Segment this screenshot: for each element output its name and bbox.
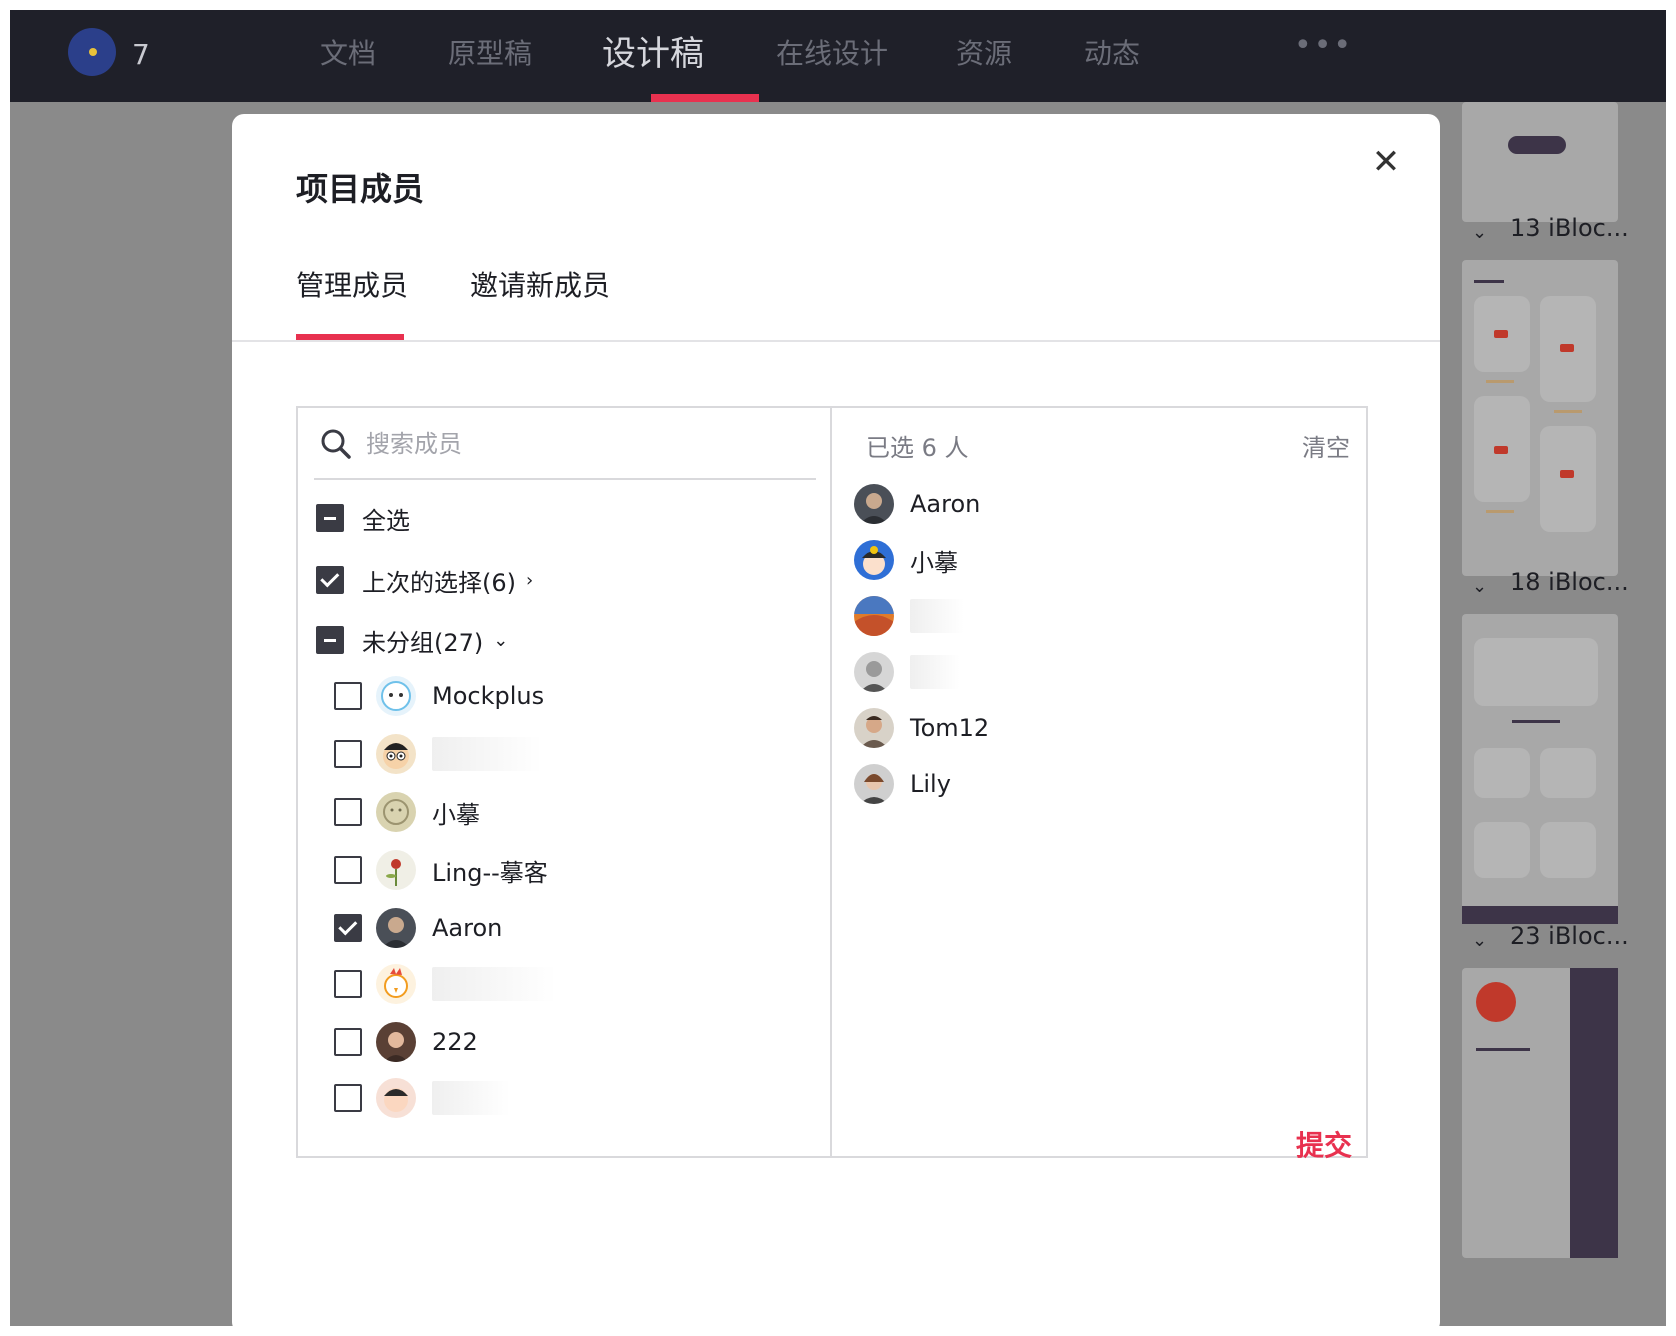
artboard-label: 18 iBloc... bbox=[1510, 568, 1629, 596]
cartoon-girl-avatar bbox=[376, 1078, 416, 1118]
selected-member-name: Tom12 bbox=[910, 714, 990, 742]
clear-button[interactable]: 清空 bbox=[1302, 428, 1350, 463]
search-icon bbox=[321, 429, 351, 459]
member-checkbox[interactable] bbox=[334, 740, 362, 768]
selected-member[interactable]: Aaron bbox=[854, 484, 980, 524]
flower-avatar bbox=[376, 850, 416, 890]
nav-active-indicator bbox=[651, 94, 759, 102]
search-underline bbox=[314, 478, 816, 480]
member-row[interactable] bbox=[334, 1078, 510, 1118]
artboard-thumbnail[interactable] bbox=[1462, 102, 1618, 222]
member-checkbox[interactable] bbox=[334, 1028, 362, 1056]
artboard-thumbnail[interactable] bbox=[1462, 260, 1618, 576]
nav-resources[interactable]: 资源 bbox=[956, 32, 1012, 72]
project-badge-count: 7 bbox=[132, 38, 150, 71]
selected-member[interactable]: 小摹 bbox=[854, 540, 958, 580]
last-selection-checkbox[interactable] bbox=[316, 566, 344, 594]
submit-button[interactable]: 提交 bbox=[1296, 1124, 1352, 1164]
member-row[interactable]: Aaron bbox=[334, 908, 502, 948]
member-name: Ling--摹客 bbox=[432, 858, 548, 887]
selected-member-name-redacted bbox=[910, 599, 964, 633]
member-name-redacted bbox=[432, 967, 556, 1001]
selected-members-pane: 已选 6 人 清空 Aaron 小摹 Tom12 Lily bbox=[832, 408, 1366, 1156]
tab-manage-members[interactable]: 管理成员 bbox=[296, 264, 408, 304]
nav-docs[interactable]: 文档 bbox=[320, 32, 376, 72]
selected-member[interactable] bbox=[854, 652, 960, 692]
nav-activity[interactable]: 动态 bbox=[1084, 32, 1140, 72]
member-row[interactable]: 222 bbox=[334, 1022, 478, 1062]
photo-avatar bbox=[854, 652, 894, 692]
selected-member-name: 小摹 bbox=[910, 548, 958, 577]
ungrouped-checkbox[interactable] bbox=[316, 626, 344, 654]
selected-member[interactable] bbox=[854, 596, 964, 636]
cartoon-avatar bbox=[854, 540, 894, 580]
rooster-avatar bbox=[376, 964, 416, 1004]
member-name: 222 bbox=[432, 1028, 478, 1056]
project-logo-icon[interactable] bbox=[68, 28, 116, 76]
chevron-right-icon[interactable]: › bbox=[526, 570, 533, 591]
selected-member[interactable]: Lily bbox=[854, 764, 951, 804]
last-selection-row[interactable]: 上次的选择(6) › bbox=[316, 560, 533, 600]
selected-member-name-redacted bbox=[910, 655, 960, 689]
app-window: 7 文档 原型稿 设计稿 在线设计 资源 动态 ••• ⌄ 13 iBloc..… bbox=[10, 10, 1666, 1326]
artboard-label: 13 iBloc... bbox=[1510, 214, 1629, 242]
artboard-thumbnail[interactable] bbox=[1462, 614, 1618, 924]
member-checkbox[interactable] bbox=[334, 914, 362, 942]
chevron-down-icon[interactable]: ⌄ bbox=[1472, 930, 1487, 951]
artboard-thumbnail[interactable] bbox=[1462, 968, 1618, 1258]
photo-avatar bbox=[376, 1022, 416, 1062]
member-name-redacted bbox=[432, 737, 542, 771]
chevron-down-icon[interactable]: ⌄ bbox=[493, 630, 508, 651]
member-name-redacted bbox=[432, 1081, 510, 1115]
member-checkbox[interactable] bbox=[334, 798, 362, 826]
member-name: 小摹 bbox=[432, 800, 480, 829]
last-selection-label: 上次的选择(6) bbox=[362, 568, 516, 597]
member-row[interactable] bbox=[334, 734, 542, 774]
member-row[interactable] bbox=[334, 964, 556, 1004]
sheep-avatar bbox=[376, 676, 416, 716]
selected-member-name: Lily bbox=[910, 770, 951, 798]
search-members-input[interactable] bbox=[366, 426, 786, 462]
ungrouped-label: 未分组(27) bbox=[362, 628, 484, 657]
select-all-row[interactable]: 全选 bbox=[316, 498, 410, 538]
nav-design[interactable]: 设计稿 bbox=[602, 26, 704, 75]
tab-divider bbox=[232, 340, 1440, 342]
artboard-label: 23 iBloc... bbox=[1510, 922, 1629, 950]
photo-avatar bbox=[854, 764, 894, 804]
nav-online-design[interactable]: 在线设计 bbox=[776, 32, 888, 72]
top-navigation: 7 文档 原型稿 设计稿 在线设计 资源 动态 ••• bbox=[10, 10, 1666, 102]
member-picker: 全选 上次的选择(6) › 未分组(27) ⌄ bbox=[296, 406, 1368, 1158]
member-name: Mockplus bbox=[432, 682, 545, 710]
selected-member[interactable]: Tom12 bbox=[854, 708, 989, 748]
member-checkbox[interactable] bbox=[334, 856, 362, 884]
photo-avatar bbox=[854, 484, 894, 524]
chevron-down-icon[interactable]: ⌄ bbox=[1472, 222, 1487, 243]
member-row[interactable]: Ling--摹客 bbox=[334, 850, 548, 890]
select-all-checkbox[interactable] bbox=[316, 504, 344, 532]
member-list-pane: 全选 上次的选择(6) › 未分组(27) ⌄ bbox=[298, 408, 832, 1156]
chevron-down-icon[interactable]: ⌄ bbox=[1472, 576, 1487, 597]
selected-member-name: Aaron bbox=[910, 490, 981, 518]
landscape-avatar bbox=[854, 596, 894, 636]
ungrouped-row[interactable]: 未分组(27) ⌄ bbox=[316, 620, 508, 660]
close-icon[interactable]: ✕ bbox=[1368, 142, 1404, 182]
member-row[interactable]: 小摹 bbox=[334, 792, 480, 832]
tab-invite-members[interactable]: 邀请新成员 bbox=[470, 264, 610, 304]
photo-avatar bbox=[854, 708, 894, 748]
member-name: Aaron bbox=[432, 914, 503, 942]
project-members-dialog: 项目成员 ✕ 管理成员 邀请新成员 全选 上次的选择(6 bbox=[232, 114, 1440, 1326]
member-checkbox[interactable] bbox=[334, 1084, 362, 1112]
sketch-avatar bbox=[376, 792, 416, 832]
photo-avatar bbox=[376, 908, 416, 948]
member-row[interactable]: Mockplus bbox=[334, 676, 544, 716]
select-all-label: 全选 bbox=[362, 506, 410, 535]
dialog-title: 项目成员 bbox=[296, 170, 425, 208]
member-checkbox[interactable] bbox=[334, 970, 362, 998]
more-icon[interactable]: ••• bbox=[1294, 28, 1353, 63]
nav-prototype[interactable]: 原型稿 bbox=[448, 32, 532, 72]
cartoon-face-avatar bbox=[376, 734, 416, 774]
selected-count: 已选 6 人 bbox=[866, 434, 969, 462]
member-checkbox[interactable] bbox=[334, 682, 362, 710]
